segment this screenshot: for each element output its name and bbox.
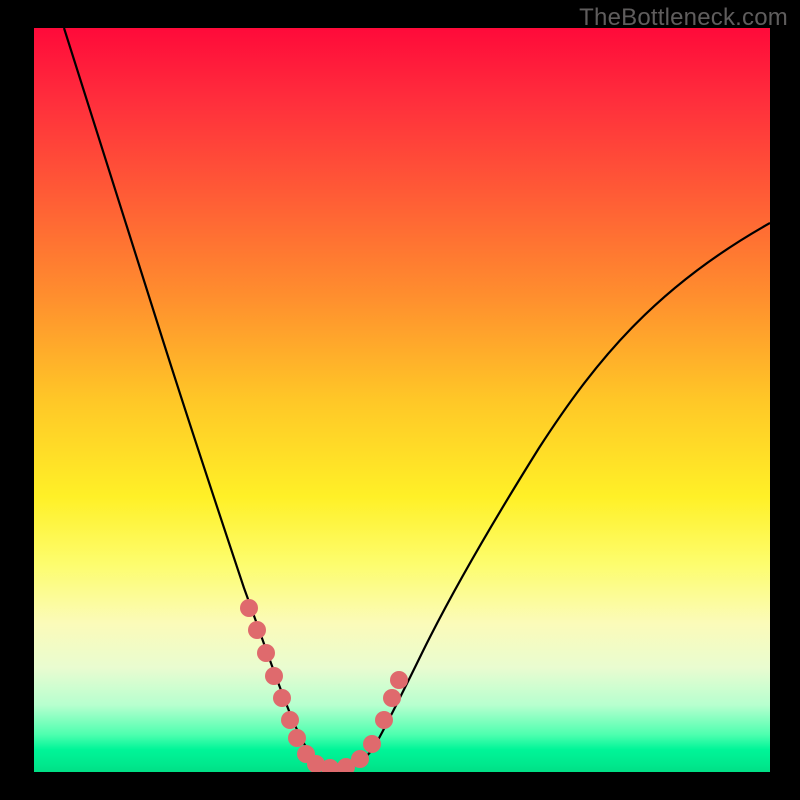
watermark-text: TheBottleneck.com <box>579 4 788 32</box>
plot-area <box>34 28 770 772</box>
marker-dots <box>240 599 408 772</box>
chart-svg <box>34 28 770 772</box>
bottleneck-curve <box>64 28 770 770</box>
chart-frame: TheBottleneck.com <box>0 0 800 800</box>
